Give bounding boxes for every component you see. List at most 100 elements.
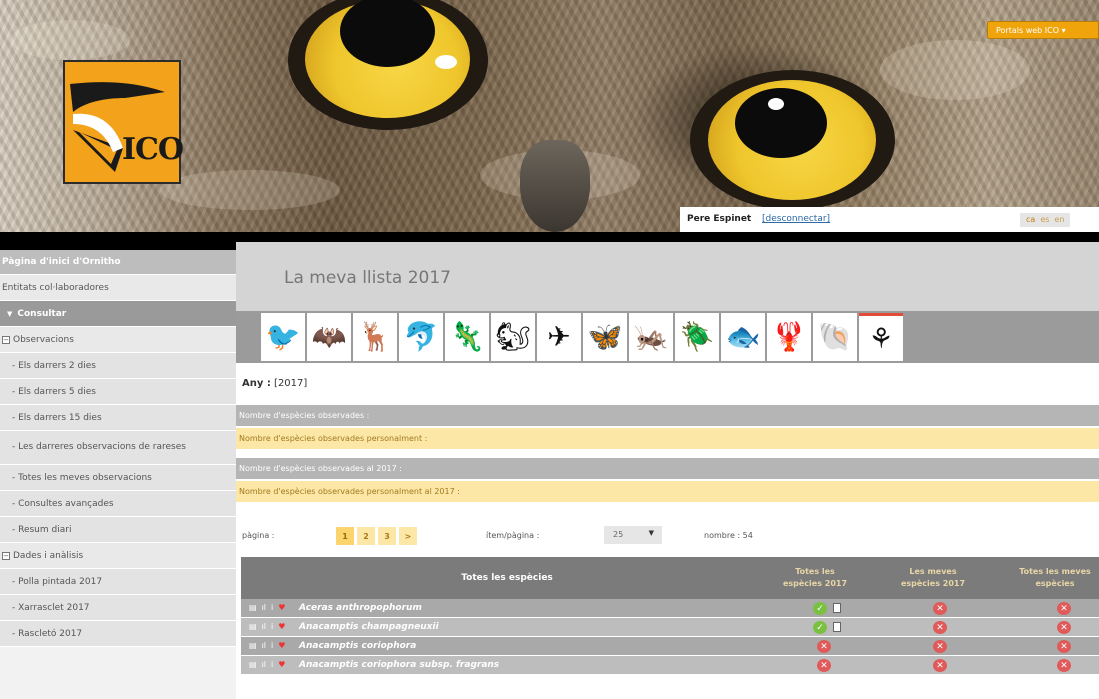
lang-ca[interactable]: ca — [1026, 215, 1035, 227]
doc-icon[interactable]: ▤ — [249, 603, 257, 612]
tab-reptiles[interactable]: 🦎 — [445, 313, 489, 361]
check-icon: ✓ — [813, 621, 827, 634]
owl-beak — [520, 140, 590, 232]
cross-icon: ✕ — [1057, 640, 1071, 653]
tab-marine-mammals[interactable]: 🐬 — [399, 313, 443, 361]
grasshopper-icon: 🦗 — [633, 320, 669, 353]
species-name[interactable]: Anacamptis champagneuxii — [299, 622, 439, 632]
year-label: Any : — [242, 378, 271, 389]
page-2-button[interactable]: 2 — [357, 527, 375, 545]
info-icon[interactable]: i — [271, 660, 273, 669]
dolphin-icon: 🐬 — [403, 320, 439, 353]
lang-es[interactable]: es — [1040, 215, 1049, 227]
info-icon[interactable]: i — [271, 641, 273, 650]
col-all-species-2017[interactable]: Totes les espècies 2017 — [779, 557, 851, 599]
lizard-icon: 🦎 — [449, 320, 485, 353]
sidebar-item-advanced-queries[interactable]: - Consultes avançades — [0, 491, 236, 517]
user-name: Pere Espinet — [687, 214, 752, 224]
tab-orthoptera[interactable]: 🦗 — [629, 313, 673, 361]
cross-icon: ✕ — [1057, 602, 1071, 615]
ico-logo[interactable]: ICO — [63, 60, 184, 184]
tab-amphibians[interactable]: 🐿 — [491, 313, 535, 361]
collapse-icon: − — [2, 335, 10, 344]
tab-butterflies[interactable]: 🦋 — [583, 313, 627, 361]
doc-icon[interactable] — [833, 622, 841, 632]
sidebar-item-rascleto[interactable]: - Rascletó 2017 — [0, 621, 236, 647]
sidebar-group-observacions[interactable]: − Observacions — [0, 327, 236, 353]
sidebar-item-my-observations[interactable]: - Totes les meves observacions — [0, 465, 236, 491]
heart-icon[interactable]: ♥ — [278, 660, 285, 669]
tab-bats[interactable]: 🦇 — [307, 313, 351, 361]
info-icon[interactable]: i — [271, 603, 273, 612]
row-actions: ▤ ıl i ♥ — [249, 660, 285, 669]
heart-icon[interactable]: ♥ — [278, 603, 285, 612]
deer-icon: 🦌 — [357, 320, 393, 353]
sidebar-item-last-2-days[interactable]: - Els darrers 2 dies — [0, 353, 236, 379]
cross-icon: ✕ — [933, 621, 947, 634]
logout-link[interactable]: [desconnectar] — [762, 214, 830, 224]
row-actions: ▤ ıl i ♥ — [249, 622, 285, 631]
tab-crustaceans[interactable]: 🦞 — [767, 313, 811, 361]
col-my-species-2017[interactable]: Les meves espècies 2017 — [897, 557, 969, 599]
sidebar-item-entities[interactable]: Entitats col·laboradores — [0, 275, 236, 301]
species-name[interactable]: Anacamptis coriophora subsp. fragrans — [299, 660, 499, 670]
butterfly-icon: 🦋 — [587, 320, 623, 353]
page-label: pàgina : — [242, 531, 275, 540]
heart-icon[interactable]: ♥ — [278, 641, 285, 650]
tab-dragonflies[interactable]: ✈ — [537, 313, 581, 361]
stats-icon[interactable]: ıl — [262, 622, 266, 631]
bat-icon: 🦇 — [311, 320, 347, 353]
tab-mammals[interactable]: 🦌 — [353, 313, 397, 361]
table-row[interactable]: ▤ ıl i ♥ Anacamptis coriophora subsp. fragr… — [241, 656, 1099, 675]
main-content: La meva llista 2017 🐦 🦇 🦌 🐬 🦎 🐿 ✈ 🦋 🦗 🪲 … — [236, 242, 1099, 699]
doc-icon[interactable]: ▤ — [249, 641, 257, 650]
doc-icon[interactable] — [833, 603, 841, 613]
col-all-my-species[interactable]: Totes les meves espècies — [1009, 557, 1099, 599]
cross-icon: ✕ — [933, 602, 947, 615]
sidebar-item-polla-pintada[interactable]: - Polla pintada 2017 — [0, 569, 236, 595]
table-row[interactable]: ▤ ıl i ♥ Anacamptis coriophora ✕ ✕ ✕ — [241, 637, 1099, 656]
sidebar-item-xarrasclet[interactable]: - Xarrasclet 2017 — [0, 595, 236, 621]
tab-molluscs[interactable]: 🐚 — [813, 313, 857, 361]
sidebar-item-label: - Les darreres observacions de rareses — [12, 442, 186, 452]
table-row[interactable]: ▤ ıl i ♥ Aceras anthropophorum ✓ ✕ ✕ — [241, 599, 1099, 618]
tab-beetles[interactable]: 🪲 — [675, 313, 719, 361]
caret-down-icon: ▼ — [648, 529, 654, 537]
sidebar-item-rarities[interactable]: - Les darreres observacions de rareses — [0, 431, 236, 465]
doc-icon[interactable]: ▤ — [249, 660, 257, 669]
col-all-species[interactable]: Totes les espècies — [241, 557, 773, 599]
next-page-button[interactable]: > — [399, 527, 417, 545]
doc-icon[interactable]: ▤ — [249, 622, 257, 631]
fish-icon: 🐟 — [725, 320, 761, 353]
per-page-select[interactable]: 25 ▼ — [604, 526, 662, 544]
sidebar-item-last-15-days[interactable]: - Els darrers 15 dies — [0, 405, 236, 431]
sidebar-item-daily-summary[interactable]: - Resum diari — [0, 517, 236, 543]
cross-icon: ✕ — [1057, 621, 1071, 634]
stats-icon[interactable]: ıl — [262, 660, 266, 669]
sidebar-section-consultar[interactable]: ▼ Consultar — [0, 301, 236, 327]
sidebar-item-home[interactable]: Pàgina d'inici d'Ornitho — [0, 250, 236, 275]
year-value[interactable]: [2017] — [274, 378, 307, 389]
portals-dropdown[interactable]: Portals web ICO ▾ — [987, 21, 1099, 39]
lang-en[interactable]: en — [1054, 215, 1064, 227]
info-icon[interactable]: i — [271, 622, 273, 631]
tab-orchids[interactable]: ⚘ — [859, 313, 903, 361]
heart-icon[interactable]: ♥ — [278, 622, 285, 631]
sidebar-group-data-analysis[interactable]: − Dades i anàlisis — [0, 543, 236, 569]
table-row[interactable]: ▤ ıl i ♥ Anacamptis champagneuxii ✓ ✕ ✕ — [241, 618, 1099, 637]
page-3-button[interactable]: 3 — [378, 527, 396, 545]
row-actions: ▤ ıl i ♥ — [249, 603, 285, 612]
tab-birds[interactable]: 🐦 — [261, 313, 305, 361]
header-banner: ICO Portals web ICO ▾ Pere Espinet [desc… — [0, 0, 1099, 232]
stats-icon[interactable]: ıl — [262, 641, 266, 650]
orchid-icon: ⚘ — [868, 321, 894, 355]
cross-icon: ✕ — [1057, 659, 1071, 672]
language-switcher: ca es en — [1020, 213, 1071, 227]
stats-icon[interactable]: ıl — [262, 603, 266, 612]
species-name[interactable]: Anacamptis coriophora — [299, 641, 416, 651]
sidebar-item-last-5-days[interactable]: - Els darrers 5 dies — [0, 379, 236, 405]
page-1-button[interactable]: 1 — [336, 527, 354, 545]
sidebar-section-label: Consultar — [17, 308, 67, 319]
tab-fish[interactable]: 🐟 — [721, 313, 765, 361]
species-name[interactable]: Aceras anthropophorum — [299, 603, 422, 613]
